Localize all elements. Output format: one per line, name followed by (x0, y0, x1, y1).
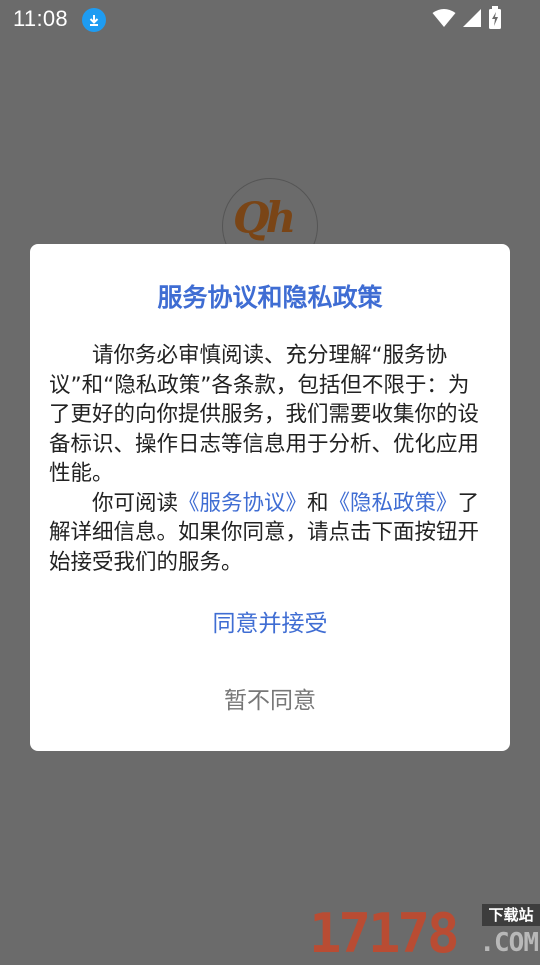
wifi-icon (432, 9, 456, 27)
watermark-suffix: .COM (479, 928, 539, 958)
watermark-logo: 17178 下载站 .COM (309, 900, 540, 965)
p2-prefix: 你可阅读 (92, 490, 179, 516)
service-agreement-link[interactable]: 《服务协议》 (178, 491, 307, 516)
battery-charging-icon (489, 6, 501, 29)
signal-icon (463, 9, 481, 27)
dialog-title: 服务协议和隐私政策 (157, 283, 383, 312)
privacy-policy-link[interactable]: 《隐私政策》 (329, 491, 458, 516)
app-logo-text: Qh (233, 193, 296, 242)
dialog-body: 请你务必审慎阅读、充分理解“服务协议”和“隐私政策”各条款，包括但不限于：为了更… (49, 341, 489, 577)
privacy-dialog: 服务协议和隐私政策 请你务必审慎阅读、充分理解“服务协议”和“隐私政策”各条款，… (30, 244, 510, 751)
disagree-button[interactable]: 暂不同意 (30, 681, 510, 721)
status-time: 11:08 (13, 6, 68, 31)
download-icon (82, 8, 106, 32)
p2-and: 和 (307, 490, 329, 516)
dialog-paragraph-2: 你可阅读《服务协议》和《隐私政策》了解详细信息。如果你同意，请点击下面按钮开始接… (49, 489, 489, 578)
status-bar: 11:08 (0, 0, 540, 40)
status-icons (432, 6, 502, 30)
watermark-digits: 17178 (309, 902, 460, 965)
dialog-paragraph-1: 请你务必审慎阅读、充分理解“服务协议”和“隐私政策”各条款，包括但不限于：为了更… (49, 343, 480, 486)
agree-button[interactable]: 同意并接受 (30, 604, 510, 644)
watermark-tag: 下载站 (482, 904, 540, 926)
